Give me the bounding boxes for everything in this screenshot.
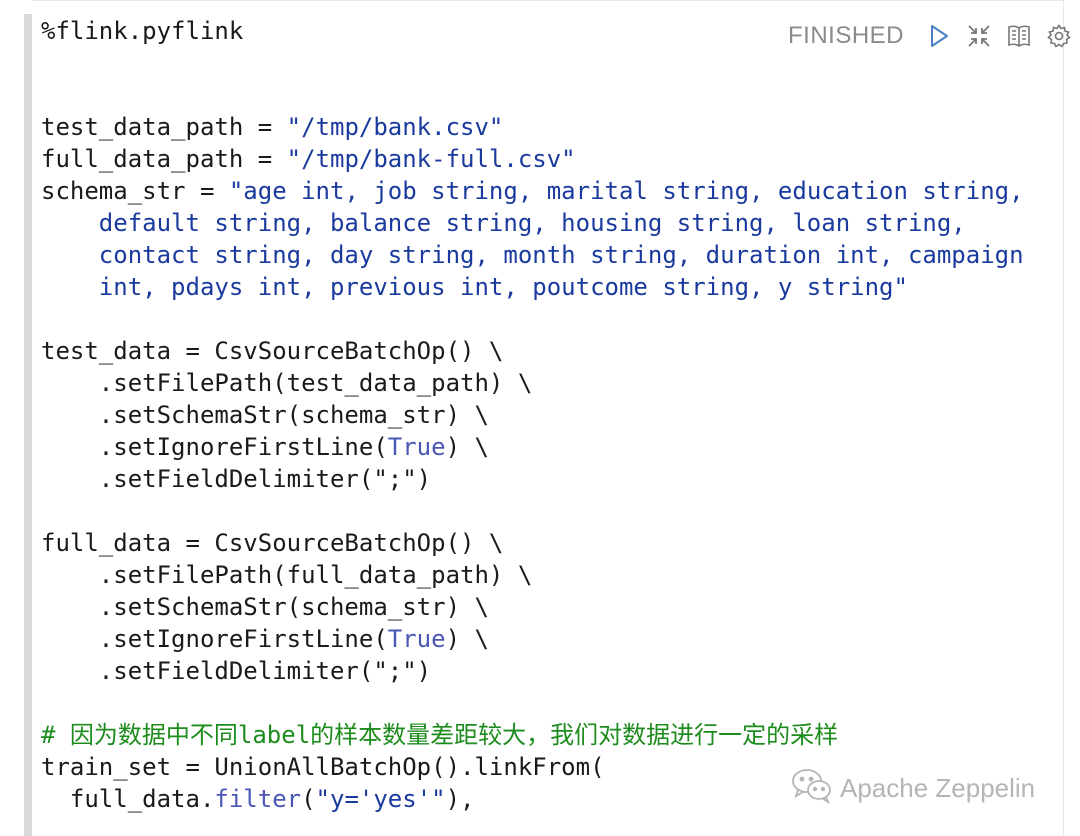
code-text: .setFieldDelimiter(";") [41, 465, 432, 493]
code-text: ( [301, 785, 316, 813]
code-string: "age int, job string, marital string, ed… [228, 177, 1024, 205]
code-line: default string, balance string, housing … [41, 207, 1024, 239]
code-text: full_data. [41, 785, 215, 813]
code-string: contact string, day string, month string… [41, 241, 1024, 269]
code-line: test_data_path = "/tmp/bank.csv" [41, 111, 1024, 143]
code-line: full_data_path = "/tmp/bank-full.csv" [41, 143, 1024, 175]
code-line: .setIgnoreFirstLine(True) \ [41, 431, 1024, 463]
code-line: schema_str = "age int, job string, marit… [41, 175, 1024, 207]
code-line: .setFieldDelimiter(";") [41, 463, 1024, 495]
collapse-icon[interactable] [966, 23, 992, 49]
status-label: FINISHED [788, 22, 905, 49]
code-text: schema_str = [41, 177, 229, 205]
code-text: ), [445, 785, 475, 813]
code-text: .setIgnoreFirstLine( [41, 625, 388, 653]
watermark: Apache Zeppelin [790, 766, 1035, 811]
paragraph-left-bar [24, 14, 32, 836]
code-text: test_data_path = [41, 113, 287, 141]
code-text: ) \ [445, 625, 489, 653]
watermark-text: Apache Zeppelin [840, 773, 1036, 803]
code-line: test_data = CsvSourceBatchOp() \ [41, 335, 1024, 367]
code-line: .setFilePath(test_data_path) \ [41, 367, 1024, 399]
code-string: "y='yes'" [315, 785, 446, 813]
code-string: "/tmp/bank.csv" [286, 113, 504, 141]
wechat-icon [790, 766, 840, 811]
code-text: full_data = CsvSourceBatchOp() \ [41, 529, 504, 557]
code-text: .setSchemaStr(schema_str) \ [41, 593, 489, 621]
code-text: .setIgnoreFirstLine( [41, 433, 388, 461]
paragraph-toolbar: FINISHED [788, 18, 1080, 54]
code-line: int, pdays int, previous int, poutcome s… [41, 271, 1024, 303]
gear-icon[interactable] [1046, 23, 1072, 49]
code-keyword: True [387, 433, 446, 461]
code-string: "/tmp/bank-full.csv" [286, 145, 576, 173]
code-line: contact string, day string, month string… [41, 239, 1024, 271]
code-keyword: True [387, 625, 446, 653]
code-text: .setFilePath(test_data_path) \ [41, 369, 533, 397]
code-line: full_data = CsvSourceBatchOp() \ [41, 527, 1024, 559]
code-text: test_data = CsvSourceBatchOp() \ [41, 337, 504, 365]
play-icon[interactable] [926, 23, 952, 49]
code-text: %flink.pyflink [41, 17, 244, 45]
code-comment: # 因为数据中不同label的样本数量差距较大，我们对数据进行一定的采样 [41, 721, 839, 749]
code-line: .setIgnoreFirstLine(True) \ [41, 623, 1024, 655]
code-string: int, pdays int, previous int, poutcome s… [41, 273, 908, 301]
code-text: ) \ [445, 433, 489, 461]
code-string: default string, balance string, housing … [41, 209, 966, 237]
code-line: .setSchemaStr(schema_str) \ [41, 591, 1024, 623]
code-text: full_data_path = [41, 145, 287, 173]
code-text: .setFilePath(full_data_path) \ [41, 561, 533, 589]
code-editor[interactable]: %flink.pyflink test_data_path = "/tmp/ban… [41, 15, 1024, 815]
code-line: .setSchemaStr(schema_str) \ [41, 399, 1024, 431]
code-text: .setSchemaStr(schema_str) \ [41, 401, 489, 429]
book-icon[interactable] [1006, 23, 1032, 49]
code-line: # 因为数据中不同label的样本数量差距较大，我们对数据进行一定的采样 [41, 719, 1024, 751]
code-text: train_set = UnionAllBatchOp().linkFrom( [41, 753, 605, 781]
code-line: .setFilePath(full_data_path) \ [41, 559, 1024, 591]
code-line: .setFieldDelimiter(";") [41, 655, 1024, 687]
code-text: .setFieldDelimiter(";") [41, 657, 432, 685]
code-keyword: filter [214, 785, 302, 813]
